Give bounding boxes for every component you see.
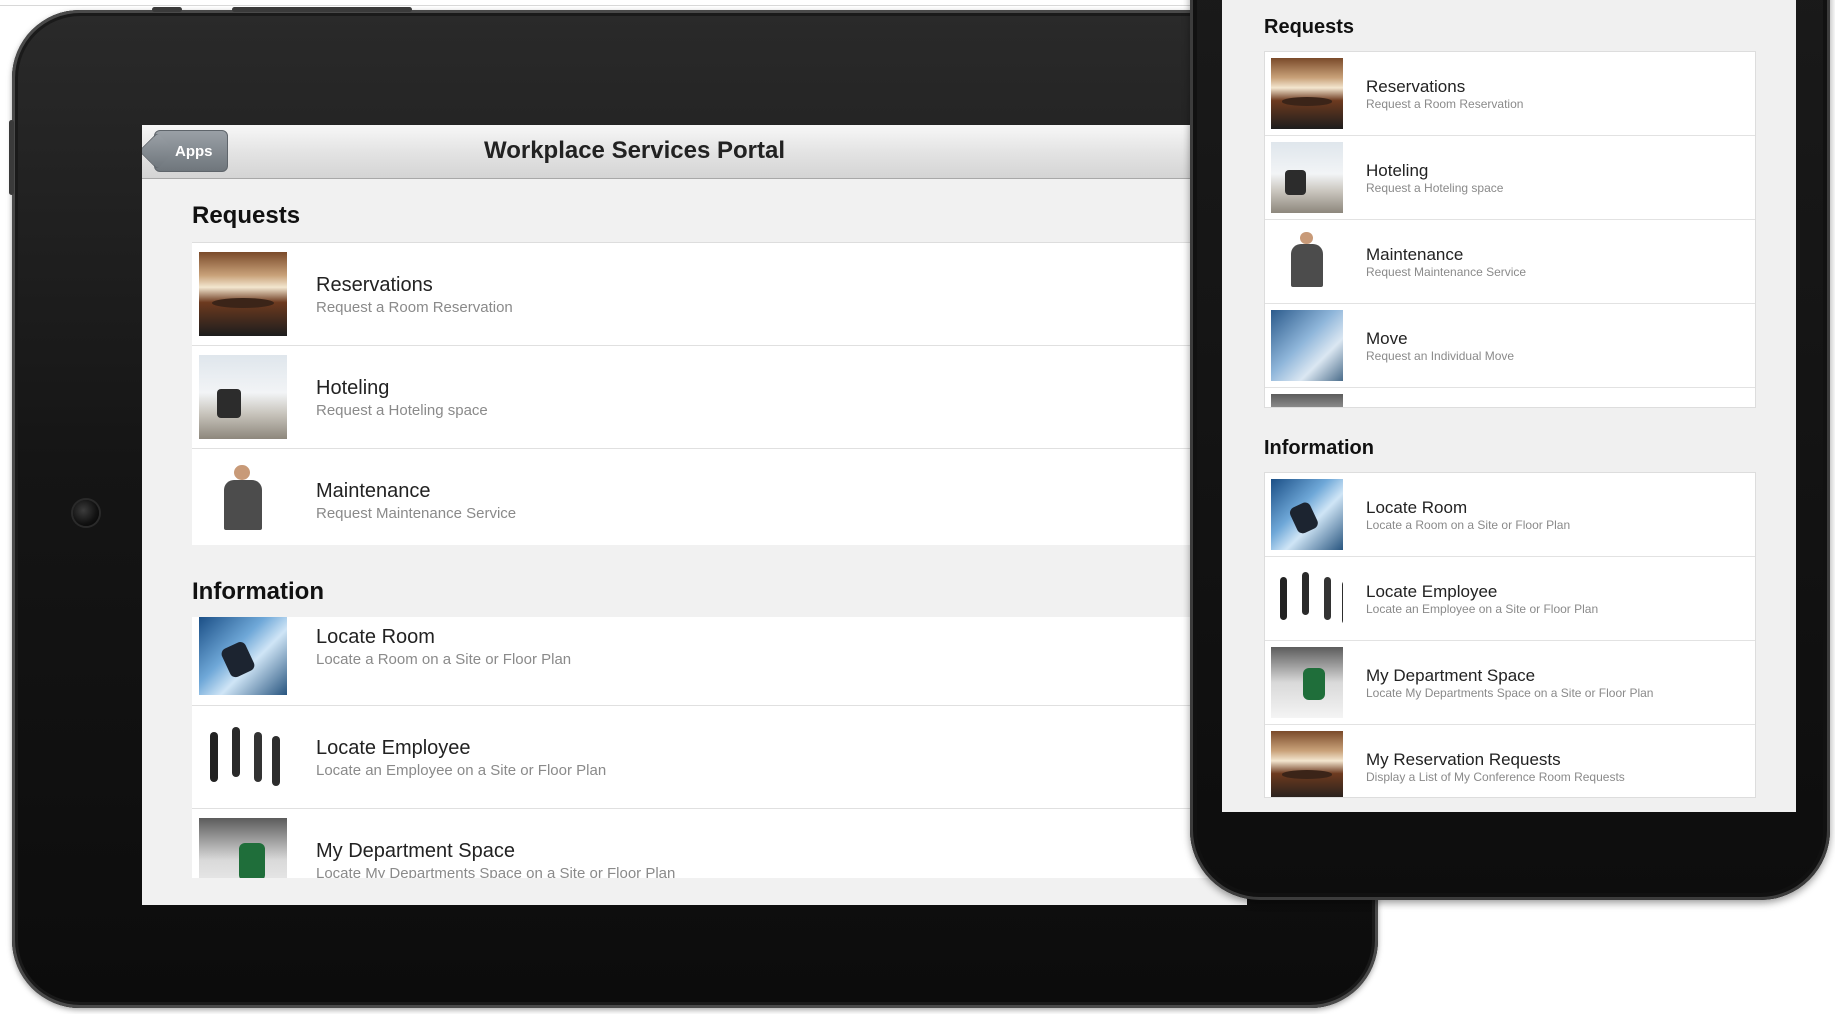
item-description: Request Maintenance Service	[1366, 265, 1527, 279]
tablet-hardware-button	[232, 7, 412, 12]
office-desk-icon	[1271, 142, 1343, 213]
requests-list: Reservations Request a Room Reservation …	[1264, 51, 1756, 408]
item-title: Locate Employee	[316, 737, 471, 759]
item-title: Reservations	[1366, 77, 1466, 96]
conference-room-icon	[1271, 731, 1343, 797]
maintenance-worker-icon	[199, 458, 287, 542]
list-item-move[interactable]: Move Request an Individual Move	[1265, 304, 1755, 388]
list-item-partial	[1265, 388, 1755, 407]
list-item-maintenance[interactable]: Maintenance Request Maintenance Service	[1265, 220, 1755, 304]
item-description: Request an Individual Move	[1366, 349, 1515, 363]
tablet-hardware-button	[152, 7, 182, 12]
conference-room-icon	[1271, 58, 1343, 129]
item-description: Locate a Room on a Site or Floor Plan	[316, 651, 572, 668]
list-item-locate-employee[interactable]: Locate Employee Locate an Employee on a …	[1265, 557, 1755, 641]
locate-employee-icon	[1271, 563, 1343, 634]
phone-screen: Requests Reservations Request a Room Res…	[1222, 0, 1796, 812]
list-item-my-department-space[interactable]: My Department Space Locate My Department…	[1265, 641, 1755, 725]
list-item-my-reservation-requests[interactable]: My Reservation Requests Display a List o…	[1265, 725, 1755, 797]
requests-section-title: Requests	[1264, 16, 1355, 38]
item-description: Locate My Departments Space on a Site or…	[1366, 686, 1654, 700]
item-title: Hoteling	[1366, 161, 1429, 180]
conference-room-icon	[199, 252, 287, 336]
app-header: Apps Workplace Services Portal	[142, 125, 1247, 179]
item-description: Locate an Employee on a Site or Floor Pl…	[316, 762, 607, 779]
item-description: Locate an Employee on a Site or Floor Pl…	[1366, 602, 1599, 616]
list-item-maintenance[interactable]: Maintenance Request Maintenance Service	[192, 449, 1247, 545]
information-list: Locate Room Locate a Room on a Site or F…	[1264, 472, 1756, 798]
item-title: Locate Room	[1366, 498, 1468, 517]
information-list: Locate Room Locate a Room on a Site or F…	[192, 617, 1247, 878]
list-item-locate-room[interactable]: Locate Room Locate a Room on a Site or F…	[192, 617, 1247, 706]
top-divider	[0, 5, 1230, 6]
list-item-locate-employee[interactable]: Locate Employee Locate an Employee on a …	[192, 706, 1247, 809]
locate-employee-icon	[199, 715, 287, 799]
requests-list: Reservations Request a Room Reservation …	[192, 242, 1247, 545]
list-item-locate-room[interactable]: Locate Room Locate a Room on a Site or F…	[1265, 473, 1755, 557]
partial-thumbnail-icon	[1271, 394, 1343, 407]
department-space-icon	[1271, 647, 1343, 718]
tablet-screen: Apps Workplace Services Portal Requests …	[142, 125, 1247, 905]
item-description: Locate My Departments Space on a Site or…	[316, 865, 676, 878]
item-title: Move	[1366, 329, 1408, 348]
list-item-hoteling[interactable]: Hoteling Request a Hoteling space	[192, 346, 1247, 449]
list-item-reservations[interactable]: Reservations Request a Room Reservation	[192, 243, 1247, 346]
page-title: Workplace Services Portal	[483, 137, 786, 164]
information-section-title: Information	[1264, 437, 1374, 459]
maintenance-worker-icon	[1271, 226, 1343, 297]
information-section-title: Information	[192, 578, 324, 605]
tablet-camera-icon	[73, 500, 99, 526]
item-title: Reservations	[316, 274, 433, 296]
item-title: Locate Employee	[1366, 582, 1498, 601]
item-description: Request a Room Reservation	[1366, 97, 1524, 111]
item-description: Display a List of My Conference Room Req…	[1366, 770, 1625, 784]
item-title: Maintenance	[316, 480, 431, 502]
item-description: Locate a Room on a Site or Floor Plan	[1366, 518, 1571, 532]
locate-room-icon	[1271, 479, 1343, 550]
item-title: Maintenance	[1366, 245, 1464, 264]
office-desk-icon	[199, 355, 287, 439]
item-title: Locate Room	[316, 626, 435, 648]
item-title: My Department Space	[1366, 666, 1536, 685]
item-description: Request a Hoteling space	[316, 402, 488, 419]
item-description: Request Maintenance Service	[316, 505, 517, 522]
list-item-reservations[interactable]: Reservations Request a Room Reservation	[1265, 52, 1755, 136]
item-title: My Department Space	[316, 840, 515, 862]
department-space-icon	[199, 818, 287, 878]
item-description: Request a Room Reservation	[316, 299, 513, 316]
list-item-my-department-space[interactable]: My Department Space Locate My Department…	[192, 809, 1247, 878]
tablet-side-button	[9, 120, 14, 195]
requests-section-title: Requests	[192, 202, 301, 229]
item-title: My Reservation Requests	[1366, 750, 1561, 769]
locate-room-icon	[199, 617, 287, 695]
list-item-hoteling[interactable]: Hoteling Request a Hoteling space	[1265, 136, 1755, 220]
item-description: Request a Hoteling space	[1366, 181, 1504, 195]
move-icon	[1271, 310, 1343, 381]
item-title: Hoteling	[316, 377, 390, 399]
